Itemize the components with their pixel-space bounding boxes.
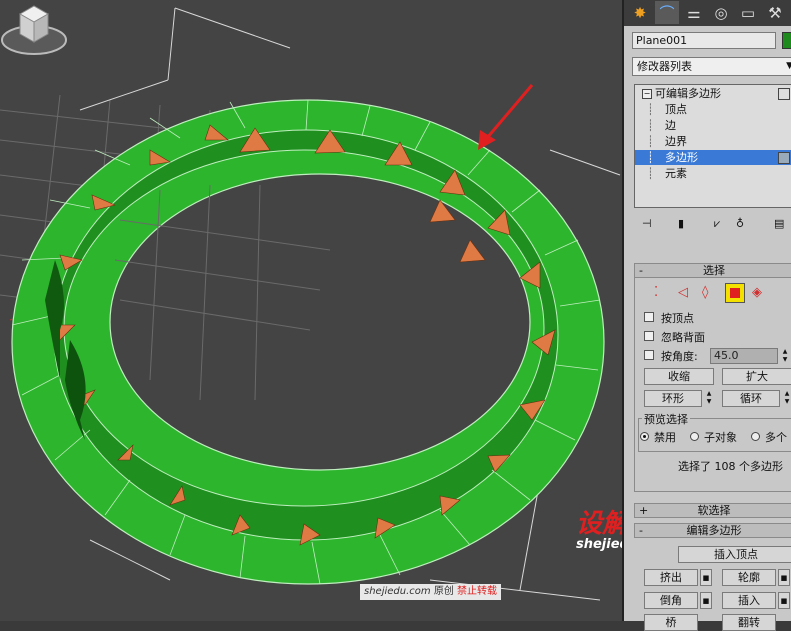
preview-multi-label: 多个 — [765, 431, 787, 444]
stack-toolbar: ⊣ ▮ ⩗ ♁ ▤ — [634, 214, 791, 236]
element-mode-icon[interactable]: ◈ — [752, 285, 762, 300]
viewcube-icon[interactable] — [0, 0, 72, 58]
hierarchy-tab[interactable]: ⚌ — [682, 1, 706, 24]
collapse-sign: - — [639, 264, 643, 277]
watermark-footer-url: shejiedu.com — [364, 586, 431, 597]
bevel-button[interactable]: 倒角 — [644, 592, 698, 609]
bridge-button[interactable]: 桥 — [644, 614, 698, 631]
bevel-settings-icon[interactable]: ▪ — [700, 592, 712, 609]
ring-mesh — [11, 99, 605, 585]
selection-rollout-header[interactable]: - 选择 — [634, 263, 791, 278]
viewport-scene — [0, 7, 621, 601]
preview-subobject-label: 子对象 — [704, 431, 737, 444]
ignore-backfacing-checkbox[interactable] — [644, 331, 654, 341]
sun-icon: ✸ — [633, 3, 647, 22]
expand-sign: + — [639, 504, 649, 517]
stack-item-border[interactable]: ┊ 边界 — [635, 134, 791, 149]
stack-item-label: 边 — [665, 119, 676, 132]
modifier-list-dropdown[interactable]: 修改器列表 ▼ — [632, 57, 791, 76]
border-mode-icon[interactable]: ◊ — [702, 285, 708, 300]
hierarchy-icon: ⚌ — [687, 3, 701, 22]
annotation-arrow — [478, 84, 534, 150]
ring-button[interactable]: 环形 — [644, 390, 702, 407]
stack-item-vertex[interactable]: ┊ 顶点 — [635, 102, 791, 117]
vertex-mode-icon[interactable]: ⁚ — [654, 285, 658, 300]
inset-settings-icon[interactable]: ▪ — [778, 592, 790, 609]
by-angle-label: 按角度: — [661, 350, 698, 363]
inset-button[interactable]: 插入 — [722, 592, 776, 609]
stack-item-element[interactable]: ┊ 元素 — [635, 166, 791, 181]
stack-item-label: 边界 — [665, 135, 687, 148]
pin-stack-icon[interactable]: ⊣ — [642, 217, 652, 230]
insert-vertex-button[interactable]: 插入顶点 — [678, 546, 791, 563]
stack-item-label: 顶点 — [665, 103, 687, 116]
edit-polygons-title: 编辑多边形 — [686, 524, 742, 537]
preview-selection-label: 预览选择 — [642, 411, 690, 427]
stack-item-label: 多边形 — [665, 151, 698, 164]
make-unique-icon[interactable]: ⩗ — [714, 217, 720, 231]
shrink-button[interactable]: 收缩 — [644, 368, 714, 385]
modifier-list-label: 修改器列表 — [637, 60, 692, 73]
polygon-mode-icon[interactable] — [725, 283, 745, 303]
watermark-footer: shejiedu.com 原创 禁止转载 — [360, 584, 502, 600]
loop-button[interactable]: 循环 — [722, 390, 780, 407]
by-vertex-label: 按顶点 — [661, 312, 694, 325]
bend-curve-icon: ⌒ — [659, 4, 675, 22]
display-tab[interactable]: ▭ — [736, 1, 760, 24]
loop-spinner-icon[interactable]: ▲ ▼ — [782, 390, 791, 407]
perspective-viewport[interactable]: 设解读 shejiedu.com shejiedu.com 原创 禁止转载 — [0, 0, 622, 621]
by-angle-checkbox[interactable] — [644, 350, 654, 360]
preview-off-label: 禁用 — [654, 431, 676, 444]
modifier-stack[interactable]: − 可编辑多边形 ┊ 顶点 ┊ 边 ┊ 边界 ┊ 多边形 ┊ 元素 — [634, 84, 791, 208]
watermark-footer-warning: 禁止转载 — [457, 586, 498, 597]
display-monitor-icon: ▭ — [740, 3, 756, 22]
command-panel: ✸ ⌒ ⚌ ◎ ▭ ⚒ Plane001 修改器列表 ▼ − 可编辑多边形 ┊ 顶点 ┊ … — [622, 0, 791, 631]
edit-polygons-rollout-header[interactable]: - 编辑多边形 — [634, 523, 791, 538]
motion-tab[interactable]: ◎ — [709, 1, 733, 24]
flip-button[interactable]: 翻转 — [722, 614, 776, 631]
object-color-swatch[interactable] — [782, 32, 791, 49]
preview-subobject-radio[interactable] — [690, 432, 699, 441]
ring-spinner-icon[interactable]: ▲ ▼ — [704, 390, 714, 407]
lightbulb-toggle-icon[interactable] — [778, 88, 790, 100]
show-end-result-icon[interactable]: ▮ — [678, 217, 684, 230]
preview-off-radio[interactable] — [640, 432, 649, 441]
stack-root-label: 可编辑多边形 — [655, 87, 721, 100]
collapse-icon[interactable]: − — [642, 89, 652, 99]
watermark-logo-url: shejiedu.com — [576, 537, 622, 552]
grow-button[interactable]: 扩大 — [722, 368, 791, 385]
extrude-button[interactable]: 挤出 — [644, 569, 698, 586]
soft-selection-rollout-header[interactable]: + 软选择 — [634, 503, 791, 518]
stack-root-editable-poly[interactable]: − 可编辑多边形 — [635, 86, 791, 101]
stack-item-polygon[interactable]: ┊ 多边形 — [635, 150, 791, 165]
watermark-logo-text: 设解读 — [576, 509, 622, 539]
angle-value-field[interactable]: 45.0 — [710, 348, 778, 364]
remove-modifier-icon[interactable]: ♁ — [736, 217, 744, 230]
extrude-settings-icon[interactable]: ▪ — [700, 569, 712, 586]
stack-item-edge[interactable]: ┊ 边 — [635, 118, 791, 133]
outline-button[interactable]: 轮廓 — [722, 569, 776, 586]
chevron-down-icon: ▼ — [786, 61, 791, 71]
ignore-backfacing-label: 忽略背面 — [661, 331, 705, 344]
utilities-tab[interactable]: ⚒ — [763, 1, 787, 24]
angle-spinner-icon[interactable]: ▲ ▼ — [780, 348, 790, 365]
preview-multi-radio[interactable] — [751, 432, 760, 441]
watermark-footer-original: 原创 — [433, 586, 454, 597]
edge-mode-icon[interactable]: ◁ — [678, 285, 688, 300]
stack-item-label: 元素 — [665, 167, 687, 180]
motion-wheel-icon: ◎ — [714, 3, 728, 22]
selection-status-text: 选择了 108 个多边形 — [678, 460, 783, 473]
watermark-logo: 设解读 shejiedu.com — [576, 510, 622, 552]
create-tab[interactable]: ✸ — [628, 1, 652, 24]
command-panel-tabs: ✸ ⌒ ⚌ ◎ ▭ ⚒ — [624, 0, 791, 26]
outline-settings-icon[interactable]: ▪ — [778, 569, 790, 586]
soft-selection-title: 软选择 — [697, 504, 731, 517]
stack-item-indicator-icon — [778, 152, 790, 164]
object-name-field[interactable]: Plane001 — [632, 32, 776, 49]
by-vertex-checkbox[interactable] — [644, 312, 654, 322]
configure-sets-icon[interactable]: ▤ — [774, 217, 784, 230]
selection-rollout-title: 选择 — [703, 264, 725, 277]
hammer-icon: ⚒ — [768, 3, 782, 22]
modify-tab[interactable]: ⌒ — [655, 1, 679, 24]
